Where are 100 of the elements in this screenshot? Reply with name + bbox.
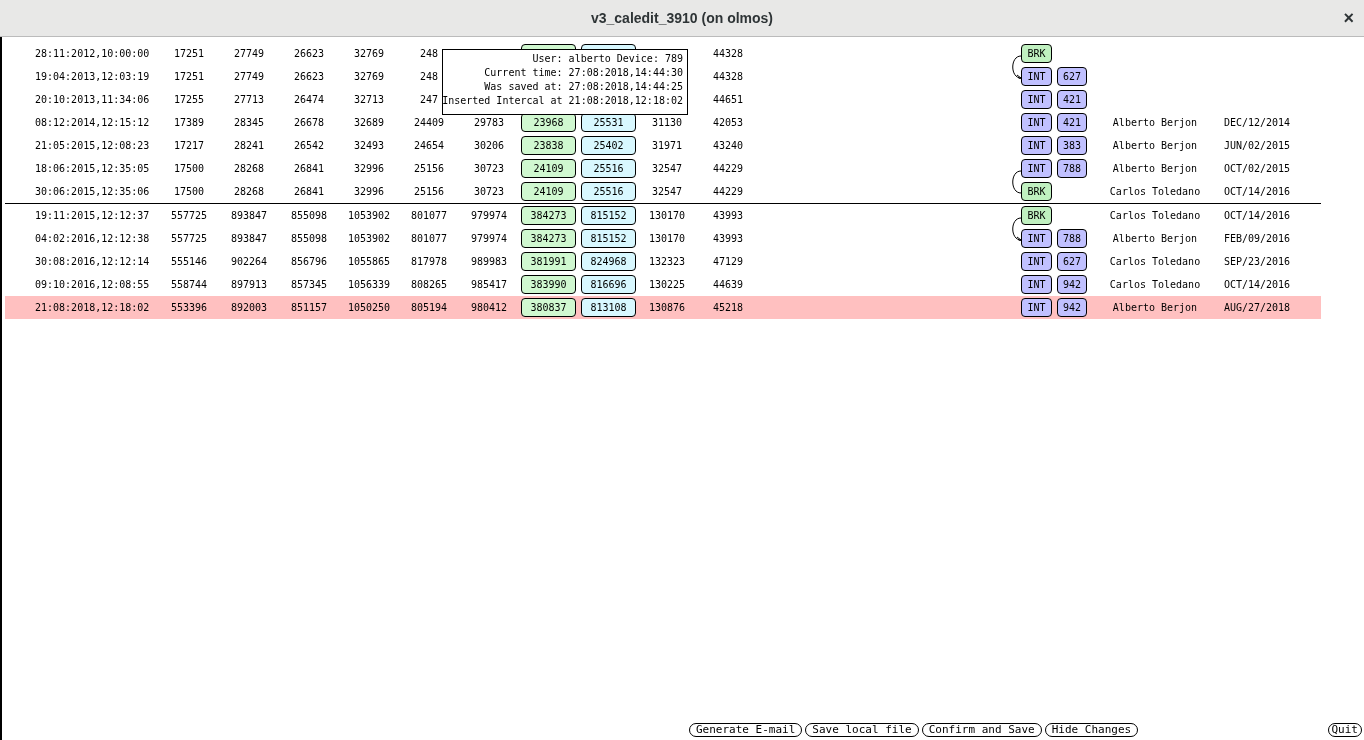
- type-tag[interactable]: BRK: [1021, 206, 1052, 225]
- table-cell: 32996: [353, 186, 385, 197]
- table-cell: 43993: [712, 210, 744, 221]
- table-cell: 558744: [170, 279, 208, 290]
- user-name: Alberto Berjon: [1112, 117, 1198, 128]
- window-title: v3_caledit_3910 (on olmos): [590, 9, 774, 26]
- timestamp-cell: 21:05:2015,12:08:23: [35, 140, 150, 151]
- table-cell: 32547: [651, 163, 683, 174]
- table-cell: 1056339: [347, 279, 391, 290]
- type-tag[interactable]: BRK: [1021, 182, 1052, 201]
- code-tag[interactable]: 421: [1057, 113, 1087, 132]
- quit-button[interactable]: Quit: [1327, 722, 1362, 737]
- type-tag[interactable]: INT: [1021, 298, 1052, 317]
- code-tag[interactable]: 383: [1057, 136, 1087, 155]
- date-cell: JUN/02/2015: [1223, 140, 1291, 151]
- table-cell: 856796: [290, 256, 328, 267]
- table-cell: 555146: [170, 256, 208, 267]
- timestamp-cell: 30:08:2016,12:12:14: [35, 256, 150, 267]
- value-cell: 25402: [581, 136, 636, 155]
- user-name: Alberto Berjon: [1112, 302, 1198, 313]
- table-cell: 892003: [230, 302, 268, 313]
- table-cell: 44328: [712, 71, 744, 82]
- code-tag[interactable]: 788: [1057, 229, 1087, 248]
- table-cell: 985417: [470, 279, 508, 290]
- table-cell: 979974: [470, 210, 508, 221]
- table-cell: 28268: [233, 163, 265, 174]
- type-tag[interactable]: BRK: [1021, 44, 1052, 63]
- type-tag[interactable]: INT: [1021, 113, 1052, 132]
- type-tag[interactable]: INT: [1021, 252, 1052, 271]
- value-cell: 384273: [521, 206, 576, 225]
- action-button[interactable]: Hide Changes: [1044, 722, 1139, 737]
- value-cell: 380837: [521, 298, 576, 317]
- table-cell: 28345: [233, 117, 265, 128]
- date-cell: OCT/14/2016: [1223, 279, 1291, 290]
- table-cell: 17255: [173, 94, 205, 105]
- table-cell: 32769: [353, 48, 385, 59]
- value-cell: 816696: [581, 275, 636, 294]
- table-cell: 857345: [290, 279, 328, 290]
- type-tag[interactable]: INT: [1021, 275, 1052, 294]
- code-tag[interactable]: 942: [1057, 275, 1087, 294]
- code-tag[interactable]: 627: [1057, 67, 1087, 86]
- row-highlight[interactable]: [5, 296, 1321, 319]
- table-cell: 17389: [173, 117, 205, 128]
- table-cell: 17217: [173, 140, 205, 151]
- code-tag[interactable]: 788: [1057, 159, 1087, 178]
- value-cell: 381991: [521, 252, 576, 271]
- table-cell: 805194: [410, 302, 448, 313]
- type-tag[interactable]: INT: [1021, 90, 1052, 109]
- timestamp-cell: 30:06:2015,12:35:06: [35, 186, 150, 197]
- table-cell: 801077: [410, 210, 448, 221]
- table-cell: 26542: [293, 140, 325, 151]
- user-name: Carlos Toledano: [1109, 210, 1201, 221]
- table-cell: 25156: [413, 186, 445, 197]
- type-tag[interactable]: INT: [1021, 159, 1052, 178]
- table-cell: 893847: [230, 210, 268, 221]
- code-tag[interactable]: 421: [1057, 90, 1087, 109]
- table-cell: 31971: [651, 140, 683, 151]
- table-cell: 26474: [293, 94, 325, 105]
- code-tag[interactable]: 627: [1057, 252, 1087, 271]
- date-cell: SEP/23/2016: [1223, 256, 1291, 267]
- date-cell: AUG/27/2018: [1223, 302, 1291, 313]
- table-cell: 897913: [230, 279, 268, 290]
- action-button[interactable]: Save local file: [805, 722, 919, 737]
- table-cell: 30723: [473, 186, 505, 197]
- table-cell: 44639: [712, 279, 744, 290]
- value-cell: 24109: [521, 159, 576, 178]
- tooltip-line: Current time: 27:08:2018,14:44:30: [484, 66, 683, 80]
- table-cell: 1053902: [347, 233, 391, 244]
- table-cell: 25156: [413, 163, 445, 174]
- table-cell: 32493: [353, 140, 385, 151]
- action-button[interactable]: Generate E-mail: [689, 722, 803, 737]
- table-cell: 553396: [170, 302, 208, 313]
- action-button[interactable]: Confirm and Save: [921, 722, 1042, 737]
- type-tag[interactable]: INT: [1021, 229, 1052, 248]
- table-cell: 17500: [173, 186, 205, 197]
- type-tag[interactable]: INT: [1021, 67, 1052, 86]
- table-cell: 28241: [233, 140, 265, 151]
- code-tag[interactable]: 942: [1057, 298, 1087, 317]
- value-cell: 23838: [521, 136, 576, 155]
- table-cell: 808265: [410, 279, 448, 290]
- table-cell: 130225: [648, 279, 686, 290]
- table-cell: 27713: [233, 94, 265, 105]
- user-name: Carlos Toledano: [1109, 256, 1201, 267]
- type-tag[interactable]: INT: [1021, 136, 1052, 155]
- table-cell: 26678: [293, 117, 325, 128]
- table-cell: 44651: [712, 94, 744, 105]
- table-cell: 557725: [170, 210, 208, 221]
- user-name: Carlos Toledano: [1109, 279, 1201, 290]
- date-cell: DEC/12/2014: [1223, 117, 1291, 128]
- table-cell: 132323: [648, 256, 686, 267]
- table-cell: 31130: [651, 117, 683, 128]
- close-button[interactable]: ×: [1343, 8, 1354, 28]
- table-cell: 32713: [353, 94, 385, 105]
- table-cell: 47129: [712, 256, 744, 267]
- table-cell: 28268: [233, 186, 265, 197]
- table-cell: 980412: [470, 302, 508, 313]
- value-cell: 25516: [581, 182, 636, 201]
- timestamp-cell: 09:10:2016,12:08:55: [35, 279, 150, 290]
- tooltip-line: Inserted Intercal at 21:08:2018,12:18:02: [442, 94, 683, 108]
- value-cell: 824968: [581, 252, 636, 271]
